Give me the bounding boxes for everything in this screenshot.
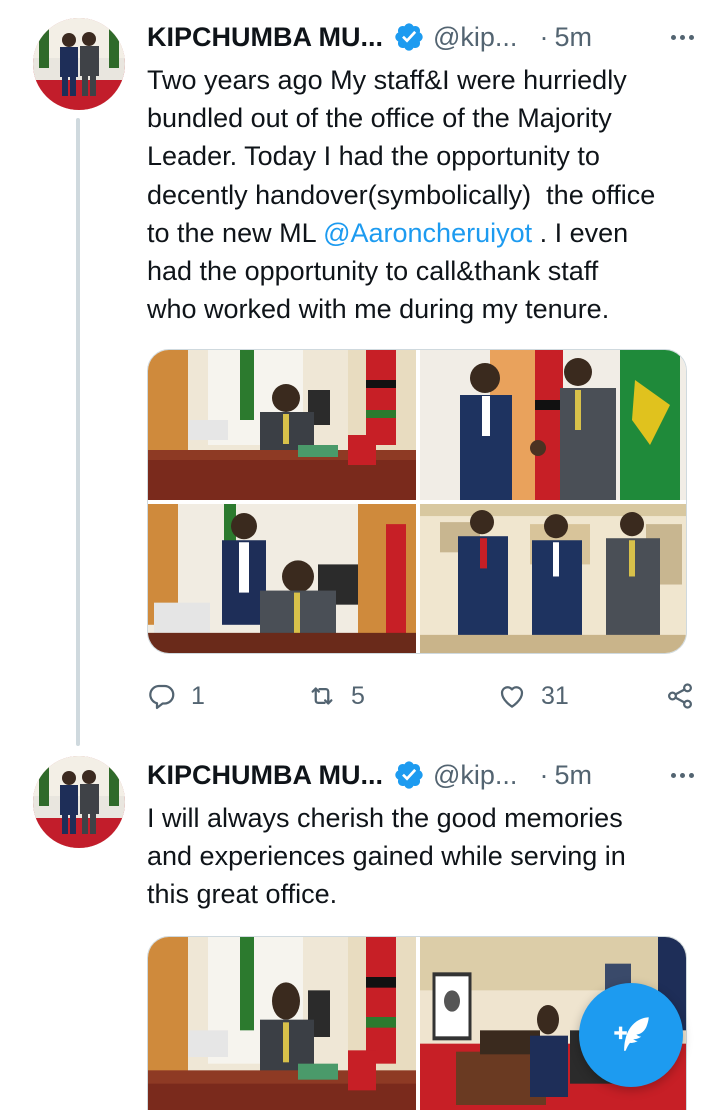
more-options-icon[interactable] xyxy=(671,772,694,778)
author-name[interactable]: KIPCHUMBA MU... xyxy=(147,760,383,791)
share-icon xyxy=(667,683,693,709)
photo-handshake-with-flags[interactable] xyxy=(420,350,687,500)
tweet-timestamp[interactable]: 5m xyxy=(554,22,592,53)
tweet-text: I will always cherish the good memories … xyxy=(147,803,626,910)
tweet-header: KIPCHUMBA MU... @kip... · 5m xyxy=(147,17,694,57)
author-avatar[interactable] xyxy=(33,18,125,110)
verified-badge-icon xyxy=(395,761,423,789)
retweet-button[interactable]: 5 xyxy=(307,681,497,711)
author-handle[interactable]: @kip... xyxy=(433,760,517,791)
tweet-actions: 1 5 31 xyxy=(147,676,695,716)
tweet-text: Two years ago My staff&I were hurriedly … xyxy=(147,61,697,328)
heart-icon xyxy=(500,686,524,708)
reply-count: 1 xyxy=(191,681,205,710)
retweet-count: 5 xyxy=(351,681,365,710)
avatar-photo xyxy=(33,756,125,848)
reply-button[interactable]: 1 xyxy=(147,681,297,711)
author-handle[interactable]: @kip... xyxy=(433,22,517,53)
meta-separator: · xyxy=(539,759,549,790)
author-avatar[interactable] xyxy=(33,756,125,848)
like-button[interactable]: 31 xyxy=(497,681,657,711)
like-count: 31 xyxy=(541,681,569,710)
tweet-header: KIPCHUMBA MU... @kip... · 5m xyxy=(147,755,694,795)
photo-three-men-standing[interactable] xyxy=(420,504,687,654)
mention-link[interactable]: @Aaroncheruiyot xyxy=(323,218,532,248)
photo-man-on-phone-at-desk[interactable] xyxy=(148,504,416,654)
more-options-icon[interactable] xyxy=(671,34,694,40)
photo-man-at-office-desk[interactable] xyxy=(148,937,416,1110)
tweet-timestamp[interactable]: 5m xyxy=(554,760,592,791)
thread-connector-line xyxy=(76,118,80,746)
author-name[interactable]: KIPCHUMBA MU... xyxy=(147,22,383,53)
share-button[interactable] xyxy=(665,681,695,711)
photo-man-at-office-desk[interactable] xyxy=(148,350,416,500)
meta-separator: · xyxy=(539,21,549,52)
compose-tweet-button[interactable] xyxy=(579,983,683,1087)
retweet-icon xyxy=(311,687,333,705)
avatar-photo xyxy=(33,18,125,110)
photo-grid xyxy=(147,349,687,654)
compose-tweet-icon xyxy=(614,1017,649,1051)
reply-icon xyxy=(149,684,175,709)
verified-badge-icon xyxy=(395,23,423,51)
